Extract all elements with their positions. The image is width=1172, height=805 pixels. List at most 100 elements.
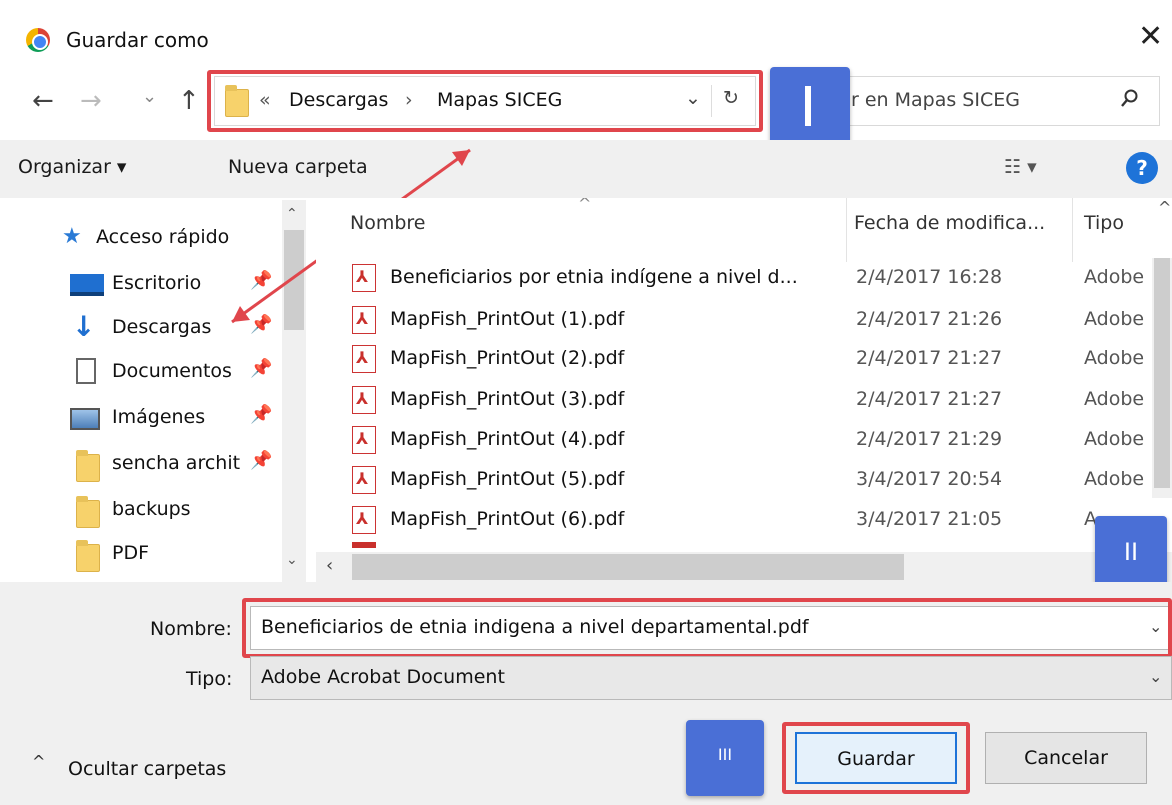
- file-name: Beneficiarios por etnia indígene a nivel…: [390, 266, 798, 288]
- file-row[interactable]: Beneficiarios por etnia indígene a nivel…: [316, 258, 1172, 298]
- file-row[interactable]: MapFish_PrintOut (3).pdf 2/4/2017 21:27 …: [316, 380, 1172, 420]
- file-list: ^ Nombre Fecha de modifica... Tipo ^ Ben…: [316, 198, 1172, 582]
- sidebar-item-label: Documentos: [112, 360, 232, 382]
- pdf-file-icon: [352, 306, 376, 334]
- sidebar-item-imagenes[interactable]: Imágenes 📌: [0, 398, 280, 438]
- search-icon: [1121, 89, 1139, 114]
- pdf-file-icon: [352, 386, 376, 414]
- file-row[interactable]: MapFish_PrintOut (6).pdf 3/4/2017 21:05 …: [316, 500, 1172, 540]
- sidebar-item-label: Imágenes: [112, 406, 206, 428]
- folder-icon: [76, 540, 100, 572]
- file-name-label: Nombre:: [150, 618, 232, 640]
- command-toolbar: Organizar ▾ Nueva carpeta ☷ ▾ ?: [0, 140, 1172, 198]
- file-name: MapFish_PrintOut (3).pdf: [390, 388, 625, 410]
- file-type: Adobe: [1084, 468, 1145, 490]
- sidebar-item-backups[interactable]: backups: [0, 490, 280, 530]
- star-icon: ★: [62, 224, 82, 249]
- folder-icon: [76, 450, 100, 482]
- sidebar-item-escritorio[interactable]: Escritorio 📌: [0, 264, 280, 304]
- pictures-icon: [70, 408, 100, 430]
- scrollbar-thumb[interactable]: [1154, 258, 1170, 488]
- sidebar-item-label: Escritorio: [112, 272, 202, 294]
- title-bar: Guardar como ✕: [0, 0, 1172, 72]
- column-header-type[interactable]: Tipo: [1084, 212, 1124, 234]
- annotation-badge-1-mark: [805, 86, 811, 126]
- sidebar-item-documentos[interactable]: Documentos 📌: [0, 352, 280, 392]
- file-type: Adobe: [1084, 428, 1145, 450]
- back-arrow-icon[interactable]: ←: [32, 86, 54, 116]
- pin-icon: 📌: [250, 450, 273, 471]
- file-row[interactable]: MapFish_PrintOut (5).pdf 3/4/2017 20:54 …: [316, 460, 1172, 500]
- file-type: Adobe: [1084, 266, 1145, 288]
- file-row[interactable]: MapFish_PrintOut (2).pdf 2/4/2017 21:27 …: [316, 339, 1172, 379]
- pdf-file-icon: [352, 264, 376, 292]
- annotation-badge-3: III: [686, 720, 764, 796]
- sidebar-item-label: backups: [112, 498, 191, 520]
- scrollbar-thumb[interactable]: [352, 554, 904, 580]
- window-title: Guardar como: [66, 28, 209, 52]
- sidebar-item-acceso-rapido[interactable]: ★ Acceso rápido: [0, 218, 280, 258]
- file-type: Adobe: [1084, 308, 1145, 330]
- sidebar-item-label: Descargas: [112, 316, 212, 338]
- column-separator[interactable]: [846, 198, 847, 262]
- search-placeholder: r en Mapas SICEG: [851, 89, 1020, 111]
- save-button[interactable]: Guardar: [795, 732, 957, 784]
- file-type-value: Adobe Acrobat Document: [261, 666, 505, 688]
- file-type-select[interactable]: Adobe Acrobat Document ⌄: [250, 656, 1172, 700]
- scroll-up-icon[interactable]: ^: [1158, 198, 1171, 217]
- column-separator[interactable]: [1072, 198, 1073, 262]
- view-options-button[interactable]: ☷ ▾: [1004, 156, 1037, 178]
- documents-icon: [76, 358, 96, 384]
- file-name: MapFish_PrintOut (6).pdf: [390, 508, 625, 530]
- pdf-file-icon: [352, 542, 376, 548]
- folder-icon: [76, 496, 100, 528]
- up-arrow-icon[interactable]: ↑: [178, 86, 200, 116]
- file-type: Adobe: [1084, 347, 1145, 369]
- sidebar-item-sencha-archit[interactable]: sencha archit 📌: [0, 444, 280, 484]
- annotation-badge-1: I: [770, 67, 850, 145]
- sidebar-item-label: Acceso rápido: [96, 226, 230, 248]
- download-icon: ↓: [72, 310, 96, 343]
- file-date: 3/4/2017 20:54: [856, 468, 1003, 490]
- close-icon[interactable]: ✕: [1138, 22, 1163, 52]
- scroll-up-icon[interactable]: ⌃: [286, 206, 298, 222]
- scrollbar-thumb[interactable]: [284, 230, 304, 330]
- file-type: Adobe: [1084, 388, 1145, 410]
- file-name: MapFish_PrintOut (1).pdf: [390, 308, 625, 330]
- sort-ascending-icon: ^: [578, 198, 592, 213]
- file-name-highlight: [242, 598, 1172, 658]
- pin-icon: 📌: [250, 314, 273, 335]
- chevron-up-icon[interactable]: ^: [32, 752, 45, 771]
- forward-arrow-icon[interactable]: →: [80, 86, 102, 116]
- file-date: 2/4/2017 21:27: [856, 388, 1003, 410]
- recent-locations-icon[interactable]: ⌄: [142, 82, 157, 112]
- horizontal-scrollbar[interactable]: ‹: [316, 552, 1172, 582]
- navigation-pane: ★ Acceso rápido Escritorio 📌 ↓ Descargas…: [0, 198, 310, 582]
- sidebar-item-label: PDF: [112, 542, 150, 564]
- hide-folders-button[interactable]: Ocultar carpetas: [68, 758, 226, 780]
- pin-icon: 📌: [250, 358, 273, 379]
- file-date: 3/4/2017 21:05: [856, 508, 1003, 530]
- file-row[interactable]: MapFish_PrintOut (1).pdf 2/4/2017 21:26 …: [316, 300, 1172, 340]
- scroll-left-icon[interactable]: ‹: [326, 555, 333, 576]
- sidebar-item-pdf[interactable]: PDF: [0, 534, 280, 574]
- file-row[interactable]: MapFish_PrintOut (4).pdf 2/4/2017 21:29 …: [316, 420, 1172, 460]
- sidebar-item-descargas[interactable]: ↓ Descargas 📌: [0, 308, 280, 348]
- organize-menu-button[interactable]: Organizar ▾: [18, 156, 126, 178]
- file-date: 2/4/2017 21:29: [856, 428, 1003, 450]
- scroll-down-icon[interactable]: ⌄: [286, 552, 298, 568]
- pdf-file-icon: [352, 426, 376, 454]
- sidebar-scrollbar[interactable]: ⌃ ⌄: [282, 200, 306, 582]
- address-highlight: [207, 70, 763, 132]
- column-header-date[interactable]: Fecha de modifica...: [854, 212, 1045, 234]
- chevron-down-icon[interactable]: ⌄: [1149, 667, 1162, 686]
- pin-icon: 📌: [250, 404, 273, 425]
- file-list-scrollbar[interactable]: [1152, 258, 1172, 498]
- file-date: 2/4/2017 21:26: [856, 308, 1003, 330]
- new-folder-button[interactable]: Nueva carpeta: [228, 156, 368, 178]
- help-icon[interactable]: ?: [1126, 152, 1158, 184]
- pdf-file-icon: [352, 506, 376, 534]
- column-header-name[interactable]: Nombre: [350, 212, 426, 234]
- annotation-badge-2: II: [1095, 516, 1167, 588]
- cancel-button[interactable]: Cancelar: [985, 732, 1147, 784]
